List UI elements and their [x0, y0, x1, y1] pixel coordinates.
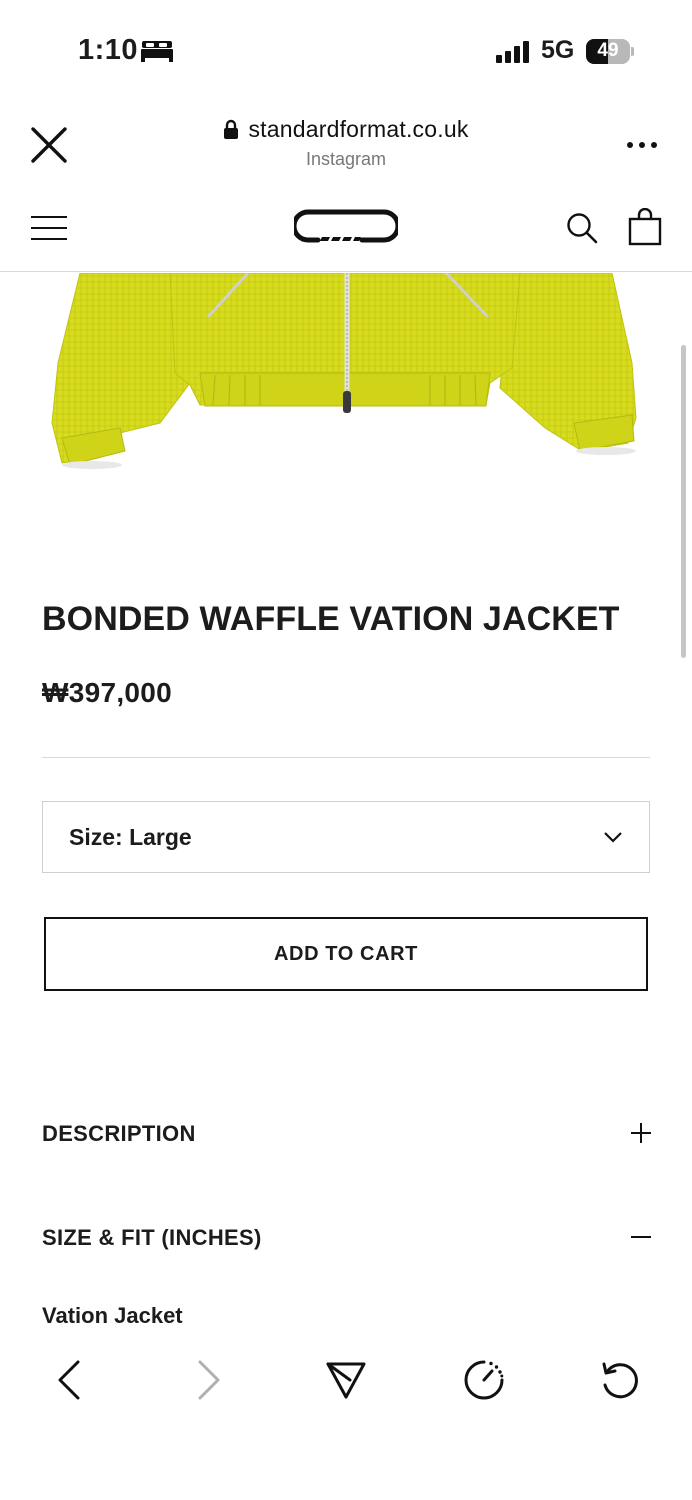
size-select-value: Size: Large	[69, 824, 192, 850]
url-text: standardformat.co.uk	[248, 116, 469, 142]
yellow-jacket-image	[51, 273, 637, 469]
network-label: 5G	[541, 36, 575, 64]
status-bar: 1:10 5G 49	[0, 0, 692, 100]
add-to-cart-button[interactable]: ADD TO CART	[44, 917, 648, 991]
signal-icon	[496, 41, 529, 63]
browser-source: Instagram	[305, 149, 387, 169]
divider	[42, 757, 650, 758]
lock-icon	[224, 119, 239, 139]
accordion-size-fit[interactable]: SIZE & FIT (INCHES)	[42, 1217, 652, 1257]
search-icon[interactable]	[566, 212, 598, 244]
status-time: 1:10	[78, 34, 139, 66]
forward-icon[interactable]	[186, 1358, 230, 1402]
accordion-label: DESCRIPTION	[42, 1121, 196, 1146]
add-to-cart-label: ADD TO CART	[273, 942, 418, 965]
plus-icon	[631, 1123, 651, 1143]
site-header	[0, 190, 692, 272]
in-app-browser-bar: standardformat.co.uk Instagram	[0, 100, 692, 190]
close-icon[interactable]	[28, 124, 70, 166]
battery-indicator: 49	[586, 39, 634, 64]
bed-icon	[141, 41, 173, 62]
accordion-description[interactable]: DESCRIPTION	[42, 1113, 652, 1153]
speed-icon[interactable]	[462, 1358, 506, 1402]
product-title: BONDED WAFFLE VATION JACKET	[42, 600, 620, 638]
product-price: ₩397,000	[42, 677, 173, 708]
share-icon[interactable]	[324, 1358, 368, 1402]
size-select[interactable]: Size: Large	[42, 801, 650, 873]
page-scrollbar[interactable]	[681, 345, 686, 658]
more-icon[interactable]	[626, 140, 658, 150]
hamburger-menu-icon[interactable]	[30, 214, 68, 242]
address-display[interactable]: standardformat.co.uk Instagram	[180, 116, 512, 170]
accordion-label: SIZE & FIT (INCHES)	[42, 1225, 262, 1250]
shopping-bag-icon[interactable]	[628, 208, 662, 246]
back-icon[interactable]	[48, 1358, 92, 1402]
chevron-down-icon	[604, 832, 622, 843]
battery-body: 49	[586, 39, 630, 64]
brand-logo[interactable]	[294, 209, 398, 249]
browser-toolbar	[0, 1340, 692, 1426]
battery-tip	[631, 47, 634, 56]
reload-icon[interactable]	[598, 1358, 642, 1402]
battery-percent: 49	[597, 40, 619, 61]
minus-icon	[631, 1236, 651, 1238]
size-fit-heading: Vation Jacket	[42, 1303, 183, 1328]
